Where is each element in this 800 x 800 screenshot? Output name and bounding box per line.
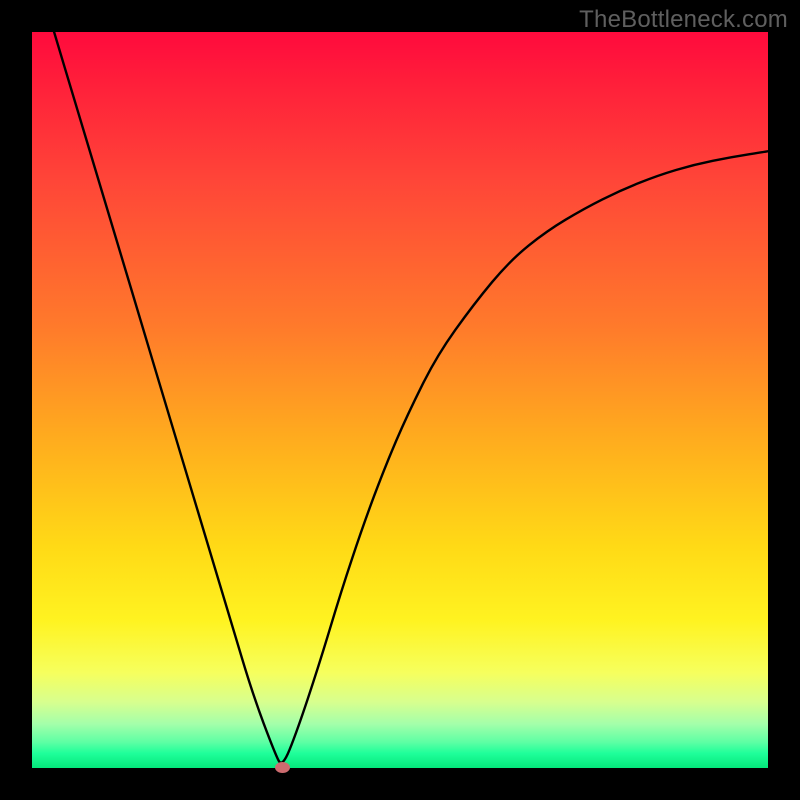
minimum-marker xyxy=(275,762,290,773)
curve-path xyxy=(54,32,768,763)
chart-frame: TheBottleneck.com xyxy=(0,0,800,800)
watermark-text: TheBottleneck.com xyxy=(579,6,788,34)
plot-area xyxy=(32,32,768,768)
bottleneck-curve xyxy=(32,32,768,768)
